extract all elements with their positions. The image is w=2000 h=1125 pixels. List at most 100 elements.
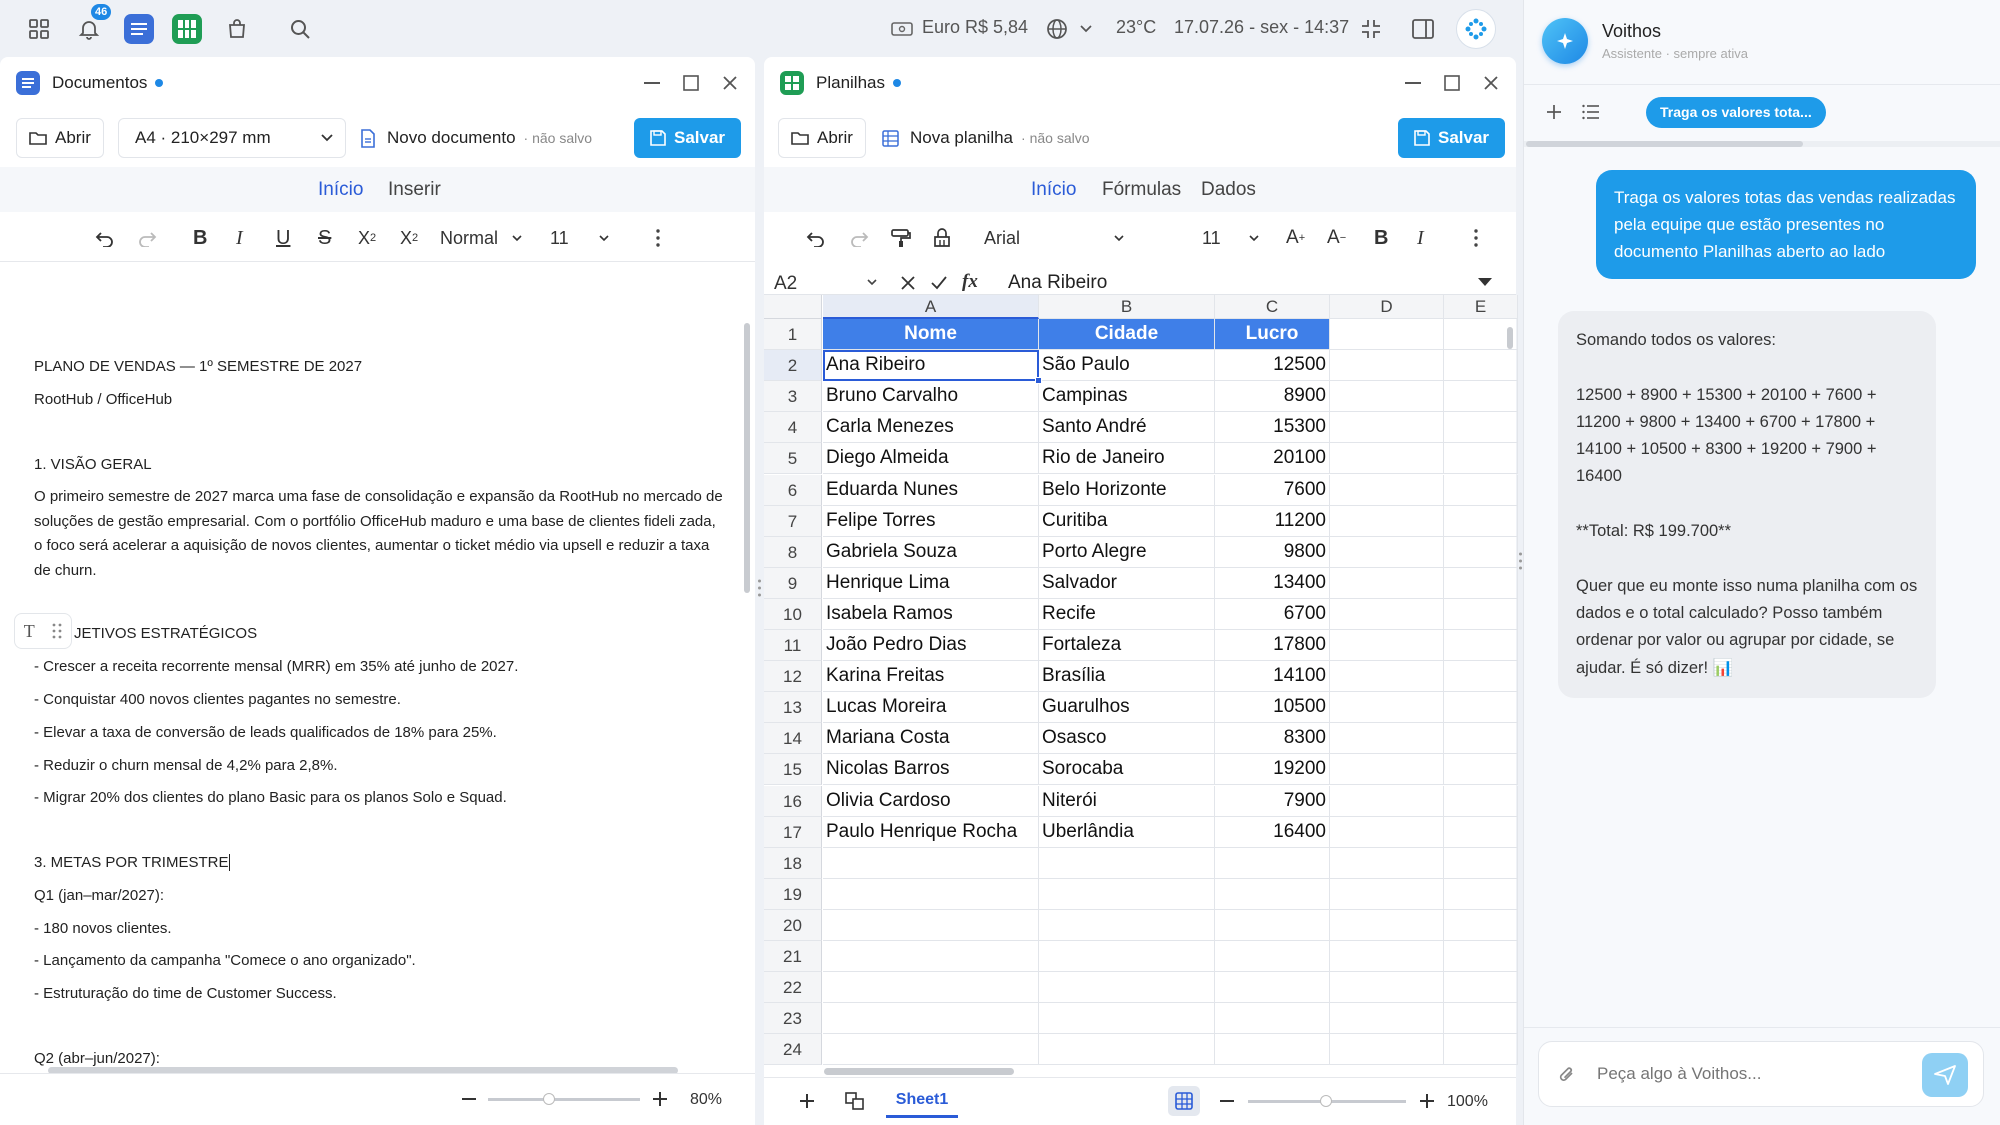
tab-inicio[interactable]: Início bbox=[1031, 179, 1076, 201]
cancel-edit-icon[interactable] bbox=[900, 275, 916, 291]
font-size-select[interactable]: 11 bbox=[550, 226, 609, 250]
empty-cell[interactable] bbox=[1444, 412, 1518, 444]
empty-cell[interactable] bbox=[1444, 692, 1518, 724]
tab-inicio[interactable]: Início bbox=[318, 179, 363, 201]
table-cell[interactable]: Eduarda Nunes bbox=[823, 474, 1039, 506]
table-cell[interactable]: 15300 bbox=[1215, 412, 1330, 444]
table-cell[interactable]: Olivia Cardoso bbox=[823, 785, 1039, 817]
header-cell[interactable]: Cidade bbox=[1039, 319, 1215, 351]
empty-cell[interactable] bbox=[1330, 381, 1444, 413]
table-cell[interactable]: Uberlândia bbox=[1039, 816, 1215, 848]
sheet-horizontal-scrollbar[interactable] bbox=[824, 1068, 1014, 1075]
italic-button[interactable]: I bbox=[1417, 226, 1424, 250]
table-cell[interactable]: Porto Alegre bbox=[1039, 536, 1215, 568]
empty-cell[interactable] bbox=[1215, 1034, 1330, 1066]
empty-cell[interactable] bbox=[1444, 350, 1518, 382]
maximize-button[interactable] bbox=[1440, 71, 1464, 95]
header-cell[interactable]: Lucro bbox=[1215, 319, 1330, 351]
empty-cell[interactable] bbox=[1330, 567, 1444, 599]
redo-icon[interactable] bbox=[137, 226, 157, 250]
page-size-select[interactable]: A4 · 210×297 mm bbox=[118, 118, 346, 158]
empty-cell[interactable] bbox=[1215, 972, 1330, 1004]
row-header[interactable]: 14 bbox=[764, 723, 822, 755]
empty-cell[interactable] bbox=[823, 941, 1039, 973]
document-vertical-scrollbar[interactable] bbox=[744, 323, 750, 593]
empty-cell[interactable] bbox=[823, 847, 1039, 879]
sheet-vertical-scrollbar[interactable] bbox=[1507, 327, 1513, 349]
empty-cell[interactable] bbox=[1330, 692, 1444, 724]
row-header[interactable]: 12 bbox=[764, 661, 822, 693]
save-button[interactable]: Salvar bbox=[1398, 118, 1506, 158]
table-cell[interactable]: 7600 bbox=[1215, 474, 1330, 506]
selected-cell[interactable]: Ana Ribeiro bbox=[823, 350, 1039, 382]
row-header[interactable]: 10 bbox=[764, 598, 822, 630]
row-header[interactable]: 11 bbox=[764, 630, 822, 662]
bold-button[interactable]: B bbox=[1374, 226, 1388, 250]
empty-cell[interactable] bbox=[1444, 941, 1518, 973]
table-cell[interactable]: Mariana Costa bbox=[823, 723, 1039, 755]
zoom-in-button[interactable] bbox=[651, 1090, 669, 1108]
column-header-a[interactable]: A bbox=[823, 295, 1039, 319]
chat-history-icon[interactable] bbox=[1582, 104, 1600, 120]
column-header-d[interactable]: D bbox=[1330, 295, 1444, 319]
zoom-slider[interactable] bbox=[488, 1098, 640, 1101]
table-cell[interactable]: Campinas bbox=[1039, 381, 1215, 413]
empty-cell[interactable] bbox=[1444, 754, 1518, 786]
table-cell[interactable]: 16400 bbox=[1215, 816, 1330, 848]
new-chat-icon[interactable] bbox=[1546, 104, 1562, 120]
document-page[interactable]: PLANO DE VENDAS — 1º SEMESTRE DE 2027 Ro… bbox=[0, 266, 745, 1071]
empty-cell[interactable] bbox=[1330, 661, 1444, 693]
spreadsheet-name[interactable]: Nova planilha · não salvo bbox=[910, 128, 1090, 148]
empty-cell[interactable] bbox=[1444, 847, 1518, 879]
italic-button[interactable]: I bbox=[236, 226, 243, 250]
clear-format-icon[interactable] bbox=[932, 226, 952, 250]
empty-cell[interactable] bbox=[1444, 1003, 1518, 1035]
attach-icon[interactable] bbox=[1557, 1064, 1577, 1086]
sheet-tab-sheet1[interactable]: Sheet1 bbox=[886, 1084, 958, 1118]
font-size-select[interactable]: 11 bbox=[1202, 226, 1259, 250]
empty-cell[interactable] bbox=[1330, 630, 1444, 662]
fill-handle[interactable] bbox=[1035, 377, 1042, 385]
empty-cell[interactable] bbox=[1215, 878, 1330, 910]
shopping-bag-icon[interactable] bbox=[220, 12, 254, 46]
empty-cell[interactable] bbox=[1444, 909, 1518, 941]
maximize-button[interactable] bbox=[679, 71, 703, 95]
empty-cell[interactable] bbox=[1330, 723, 1444, 755]
row-header[interactable]: 8 bbox=[764, 536, 822, 568]
empty-cell[interactable] bbox=[1039, 972, 1215, 1004]
redo-icon[interactable] bbox=[849, 226, 869, 250]
notifications-bell-icon[interactable]: 46 bbox=[72, 4, 112, 46]
panel-resize-handle[interactable] bbox=[1518, 552, 1523, 570]
table-cell[interactable]: 19200 bbox=[1215, 754, 1330, 786]
table-cell[interactable]: Sorocaba bbox=[1039, 754, 1215, 786]
conversation-tab[interactable]: Traga os valores tota... bbox=[1646, 97, 1826, 128]
table-cell[interactable]: Belo Horizonte bbox=[1039, 474, 1215, 506]
table-cell[interactable]: Diego Almeida bbox=[823, 443, 1039, 475]
empty-cell[interactable] bbox=[1330, 941, 1444, 973]
table-cell[interactable]: 11200 bbox=[1215, 505, 1330, 537]
underline-button[interactable]: U bbox=[276, 226, 290, 250]
table-cell[interactable]: Bruno Carvalho bbox=[823, 381, 1039, 413]
more-options-icon[interactable] bbox=[656, 226, 660, 250]
empty-cell[interactable] bbox=[1330, 536, 1444, 568]
undo-icon[interactable] bbox=[806, 226, 826, 250]
empty-cell[interactable] bbox=[1444, 723, 1518, 755]
empty-cell[interactable] bbox=[1330, 847, 1444, 879]
empty-cell[interactable] bbox=[823, 878, 1039, 910]
table-cell[interactable]: 6700 bbox=[1215, 598, 1330, 630]
open-button[interactable]: Abrir bbox=[16, 118, 104, 158]
empty-cell[interactable] bbox=[1444, 630, 1518, 662]
table-cell[interactable]: Carla Menezes bbox=[823, 412, 1039, 444]
assistant-launcher-icon[interactable] bbox=[1456, 9, 1496, 49]
table-cell[interactable]: 13400 bbox=[1215, 567, 1330, 599]
table-cell[interactable]: Fortaleza bbox=[1039, 630, 1215, 662]
row-header[interactable]: 13 bbox=[764, 692, 822, 724]
spreadsheets-app-icon[interactable] bbox=[170, 12, 204, 46]
row-header[interactable]: 18 bbox=[764, 847, 822, 879]
table-cell[interactable]: 12500 bbox=[1215, 350, 1330, 382]
message-input[interactable] bbox=[1597, 1060, 1897, 1088]
table-cell[interactable]: 14100 bbox=[1215, 661, 1330, 693]
table-cell[interactable]: João Pedro Dias bbox=[823, 630, 1039, 662]
row-header[interactable]: 24 bbox=[764, 1034, 822, 1066]
confirm-edit-icon[interactable] bbox=[930, 275, 948, 291]
